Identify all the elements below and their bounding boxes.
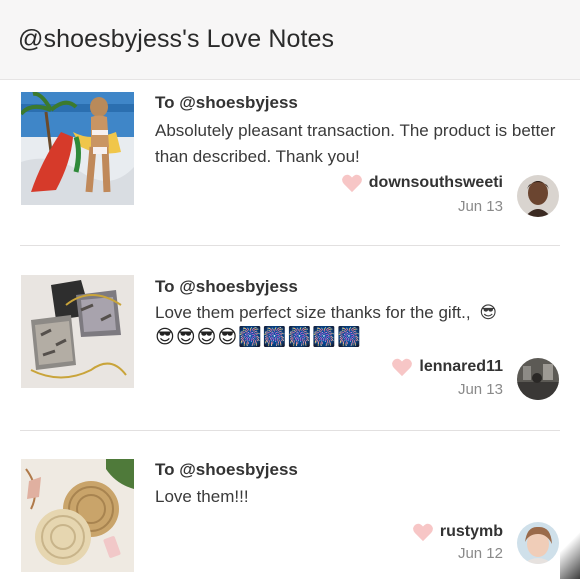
author-username[interactable]: downsouthsweeti bbox=[369, 174, 503, 192]
note-recipient: To @shoesbyjess bbox=[155, 460, 298, 479]
emoji-sunglasses: 😎 bbox=[217, 327, 238, 348]
beach-photo-icon bbox=[21, 92, 134, 205]
author-avatar[interactable] bbox=[517, 358, 559, 400]
note-message-text: Love them perfect size thanks for the gi… bbox=[155, 303, 471, 322]
emoji-sunglasses: 😎 bbox=[175, 327, 196, 348]
note-message: Love them perfect size thanks for the gi… bbox=[155, 300, 565, 326]
note-date: Jun 12 bbox=[457, 545, 503, 562]
emoji-sunglasses: 😎 bbox=[155, 327, 175, 348]
listing-thumbnail[interactable] bbox=[21, 275, 134, 388]
note-message: Absolutely pleasant transaction. The pro… bbox=[155, 121, 556, 166]
page-title: @shoesbyjess's Love Notes bbox=[18, 25, 335, 53]
heart-icon bbox=[341, 174, 362, 193]
author-avatar[interactable] bbox=[517, 522, 559, 564]
emoji-fireworks: 🎆 bbox=[336, 327, 361, 348]
author-username[interactable]: lennared11 bbox=[419, 358, 503, 376]
author-username[interactable]: rustymb bbox=[440, 523, 503, 541]
emoji-fireworks: 🎆 bbox=[287, 327, 312, 348]
note-author: rustymb bbox=[412, 522, 503, 542]
emoji-row: 😎 😎 😎 😎 🎆 🎆 🎆 🎆 🎆 bbox=[155, 326, 361, 350]
note-author: downsouthsweeti bbox=[341, 173, 503, 193]
note-message: Love them!!! bbox=[155, 487, 249, 506]
note-recipient: To @shoesbyjess bbox=[155, 93, 298, 112]
note-author: lennared11 bbox=[391, 357, 503, 377]
user-avatar-icon bbox=[517, 358, 559, 400]
corner-shadow bbox=[560, 520, 580, 579]
note-recipient: To @shoesbyjess bbox=[155, 277, 298, 296]
user-avatar-icon bbox=[517, 522, 559, 564]
divider bbox=[20, 430, 560, 431]
emoji-sunglasses: 😎 bbox=[196, 327, 217, 348]
rattan-bags-photo-icon bbox=[21, 459, 134, 572]
emoji-sunglasses: 😎 bbox=[479, 303, 498, 322]
note-date: Jun 13 bbox=[457, 198, 503, 215]
heart-icon bbox=[412, 523, 433, 542]
page-header: @shoesbyjess's Love Notes bbox=[0, 0, 580, 80]
heart-icon bbox=[392, 358, 413, 377]
emoji-fireworks: 🎆 bbox=[312, 327, 336, 348]
author-avatar[interactable] bbox=[517, 175, 559, 217]
divider bbox=[20, 245, 560, 246]
listing-thumbnail[interactable] bbox=[21, 459, 134, 572]
emoji-fireworks: 🎆 bbox=[238, 327, 262, 348]
listing-thumbnail[interactable] bbox=[21, 92, 134, 205]
emoji-fireworks: 🎆 bbox=[262, 327, 287, 348]
note-date: Jun 13 bbox=[457, 381, 503, 398]
snakeskin-bags-photo-icon bbox=[21, 275, 134, 388]
user-avatar-icon bbox=[517, 175, 559, 217]
